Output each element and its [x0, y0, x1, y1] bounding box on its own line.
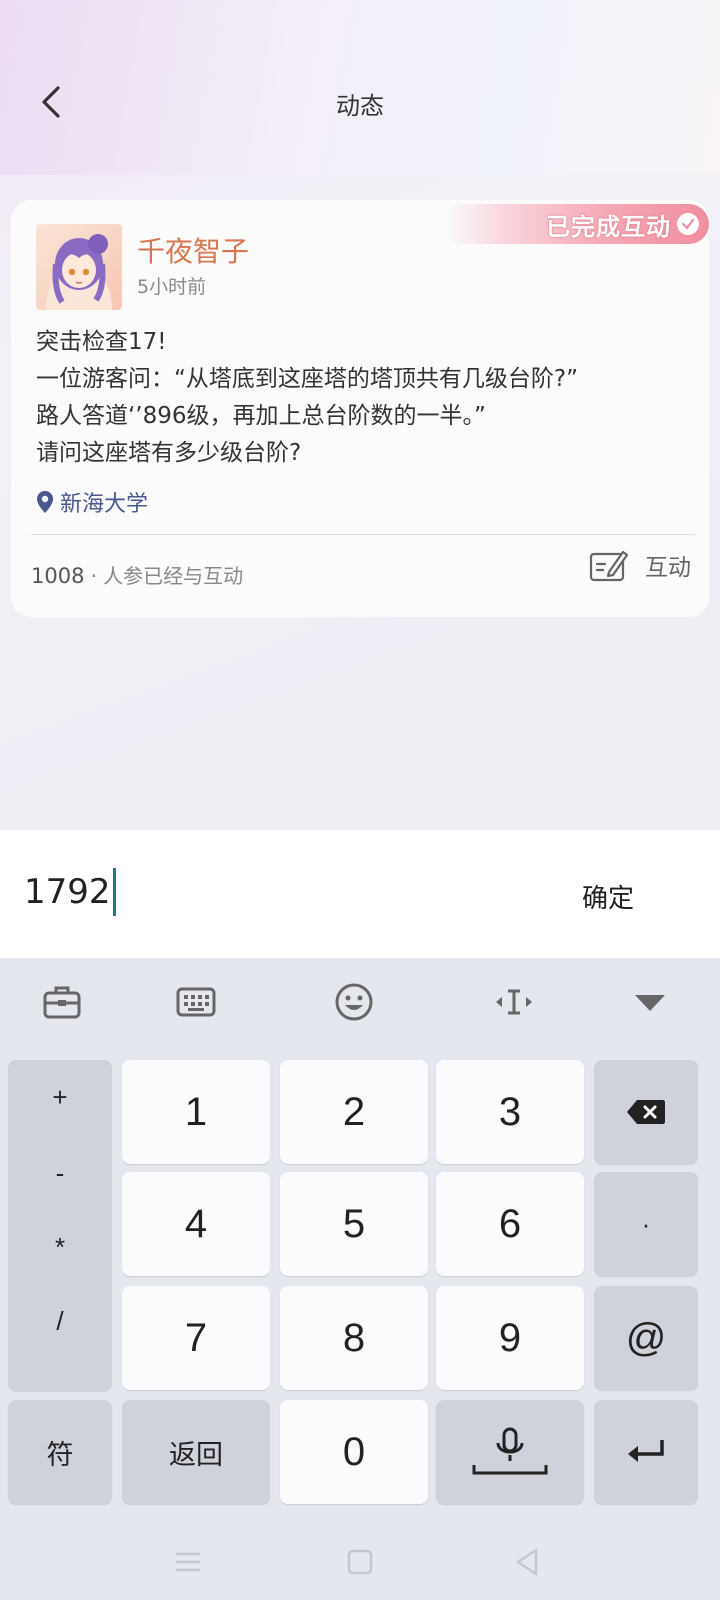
back-nav-button[interactable]: [508, 1542, 548, 1582]
interaction-count: 1008 · 人参已经与互动: [31, 560, 243, 589]
home-button[interactable]: [340, 1542, 380, 1582]
count-separator: ·: [90, 564, 98, 588]
toolbox-button[interactable]: [40, 980, 84, 1024]
post-line: 路人答道‘’896级，再加上总台阶数的一半。”: [36, 403, 486, 429]
backspace-key[interactable]: [594, 1060, 698, 1164]
location-label: 新海大学: [60, 492, 149, 517]
cursor-move-button[interactable]: [492, 980, 536, 1024]
post-line: 突击检查17!: [36, 329, 167, 355]
cursor-move-icon: [496, 989, 532, 1015]
edit-note-icon: [589, 550, 629, 582]
emoji-icon: [335, 983, 373, 1021]
collapse-down-icon: [635, 995, 665, 1011]
key-minus[interactable]: -: [8, 1158, 112, 1189]
voice-input-key[interactable]: [436, 1400, 584, 1504]
author-name[interactable]: 千夜智子: [137, 230, 249, 270]
key-at[interactable]: @: [594, 1286, 698, 1390]
toolbox-icon: [43, 986, 81, 1019]
count-label: 人参已经与互动: [103, 564, 244, 588]
answer-input[interactable]: 1792: [24, 868, 116, 916]
symbol-column: + - * /: [8, 1060, 112, 1392]
post-card[interactable]: 已完成互动 千夜智子 5小时前 突击检查17! 一位游客问：“从塔底到这座塔的塔…: [11, 200, 709, 617]
interact-label: 互动: [645, 555, 691, 581]
collapse-keyboard-button[interactable]: [628, 980, 672, 1024]
home-square-icon: [347, 1549, 373, 1575]
key-2[interactable]: 2: [280, 1060, 428, 1164]
keyboard-icon: [176, 987, 216, 1017]
post-time: 5小时前: [137, 276, 207, 298]
microphone-icon: [472, 1427, 548, 1475]
menu-lines-icon: [176, 1552, 200, 1572]
top-bar: 动态: [0, 0, 720, 175]
key-9[interactable]: 9: [436, 1286, 584, 1390]
badge-label: 已完成互动: [546, 211, 671, 241]
key-0[interactable]: 0: [280, 1400, 428, 1504]
interact-button[interactable]: 互动: [589, 548, 691, 582]
key-5[interactable]: 5: [280, 1172, 428, 1276]
return-key[interactable]: 返回: [122, 1400, 270, 1504]
location-tag[interactable]: 新海大学: [36, 486, 148, 518]
key-6[interactable]: 6: [436, 1172, 584, 1276]
key-8[interactable]: 8: [280, 1286, 428, 1390]
count-number: 1008: [31, 564, 85, 588]
enter-key[interactable]: [594, 1400, 698, 1504]
key-dot[interactable]: ·: [594, 1172, 698, 1276]
enter-arrow-icon: [628, 1440, 664, 1462]
avatar[interactable]: [36, 224, 122, 310]
recents-button[interactable]: [168, 1542, 208, 1582]
keyboard-switch-button[interactable]: [174, 980, 218, 1024]
emoji-button[interactable]: [332, 980, 376, 1024]
confirm-button[interactable]: 确定: [582, 878, 634, 915]
backspace-icon: [627, 1100, 665, 1124]
key-3[interactable]: 3: [436, 1060, 584, 1164]
page-title: 动态: [336, 92, 384, 120]
back-triangle-icon: [516, 1548, 538, 1576]
post-body: 突击检查17! 一位游客问：“从塔底到这座塔的塔顶共有几级台阶?” 路人答道‘’…: [36, 324, 686, 472]
answer-value: 1792: [24, 872, 111, 912]
keyboard-toolbar: [0, 958, 720, 1050]
divider: [31, 534, 695, 535]
symbols-key[interactable]: 符: [8, 1400, 112, 1504]
system-nav-bar: [0, 1520, 720, 1600]
interaction-done-badge: 已完成互动: [444, 204, 709, 244]
key-7[interactable]: 7: [122, 1286, 270, 1390]
key-multiply[interactable]: *: [8, 1232, 112, 1263]
location-pin-icon: [37, 491, 53, 513]
key-1[interactable]: 1: [122, 1060, 270, 1164]
key-4[interactable]: 4: [122, 1172, 270, 1276]
post-line: 请问这座塔有多少级台阶?: [36, 440, 302, 466]
answer-bar: 1792 确定: [0, 830, 720, 958]
check-circle-icon: [677, 213, 699, 235]
key-divide[interactable]: /: [8, 1306, 112, 1337]
text-caret: [112, 868, 116, 916]
post-line: 一位游客问：“从塔底到这座塔的塔顶共有几级台阶?”: [36, 366, 579, 392]
key-plus[interactable]: +: [8, 1082, 112, 1113]
